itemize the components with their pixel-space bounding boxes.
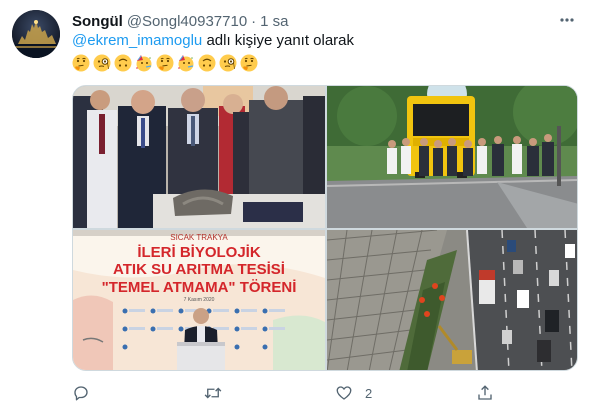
separator-dot: ·: [251, 12, 257, 30]
banner-line2-text: ATIK SU ARITMA TESİSİ: [113, 261, 285, 278]
upside-down-face-icon: [114, 54, 132, 72]
like-count: 2: [365, 385, 373, 401]
partying-face-icon: [135, 54, 153, 72]
thinking-face-icon: [156, 54, 174, 72]
thinking-face-icon: [72, 54, 90, 72]
face-with-monocle-icon: [93, 54, 111, 72]
tweet-header: Songül @Songl40937710 · 1 sa: [72, 11, 578, 31]
tweet-timestamp[interactable]: 1 sa: [260, 13, 288, 30]
reply-to-line: @ekrem_imamoglu adlı kişiye yanıt olarak: [72, 32, 354, 49]
more-options-icon[interactable]: [556, 10, 578, 30]
banner-line0-text: SICAK TRAKYA: [170, 233, 228, 242]
thinking-face-icon: [240, 54, 258, 72]
banner-date-text: 7 Kasım 2020: [184, 297, 215, 303]
reply-mention-link[interactable]: @ekrem_imamoglu: [72, 32, 202, 49]
like-button[interactable]: 2: [335, 381, 372, 405]
tweet-actions: 2: [72, 381, 512, 405]
heart-icon: [335, 384, 353, 402]
reply-button[interactable]: [72, 381, 102, 405]
retweet-button[interactable]: [203, 381, 235, 405]
media-photo-highway[interactable]: [327, 230, 577, 370]
share-icon: [476, 384, 494, 402]
retweet-icon: [203, 384, 223, 402]
banner-line3-text: "TEMEL ATMAMA" TÖRENİ: [102, 279, 297, 296]
media-photo-officials[interactable]: [73, 86, 325, 228]
face-with-monocle-icon: [219, 54, 237, 72]
avatar[interactable]: [12, 10, 60, 58]
tweet-text: [72, 54, 261, 76]
media-photo-bus[interactable]: [327, 86, 577, 228]
tweet-card[interactable]: Songül @Songl40937710 · 1 sa @ekrem_imam…: [0, 0, 594, 416]
banner-line1-text: İLERİ BİYOLOJİK: [137, 244, 261, 261]
reply-to-text: adlı kişiye yanıt olarak: [202, 32, 355, 49]
author-handle[interactable]: @Songl40937710: [127, 13, 247, 30]
author-name[interactable]: Songül: [72, 13, 123, 30]
share-button[interactable]: [476, 381, 506, 405]
partying-face-icon: [177, 54, 195, 72]
reply-icon: [72, 384, 90, 402]
media-grid: SICAK TRAKYA İLERİ BİYOLOJİK ATIK SU ARI…: [72, 85, 578, 371]
upside-down-face-icon: [198, 54, 216, 72]
media-photo-ceremony[interactable]: SICAK TRAKYA İLERİ BİYOLOJİK ATIK SU ARI…: [73, 230, 325, 370]
